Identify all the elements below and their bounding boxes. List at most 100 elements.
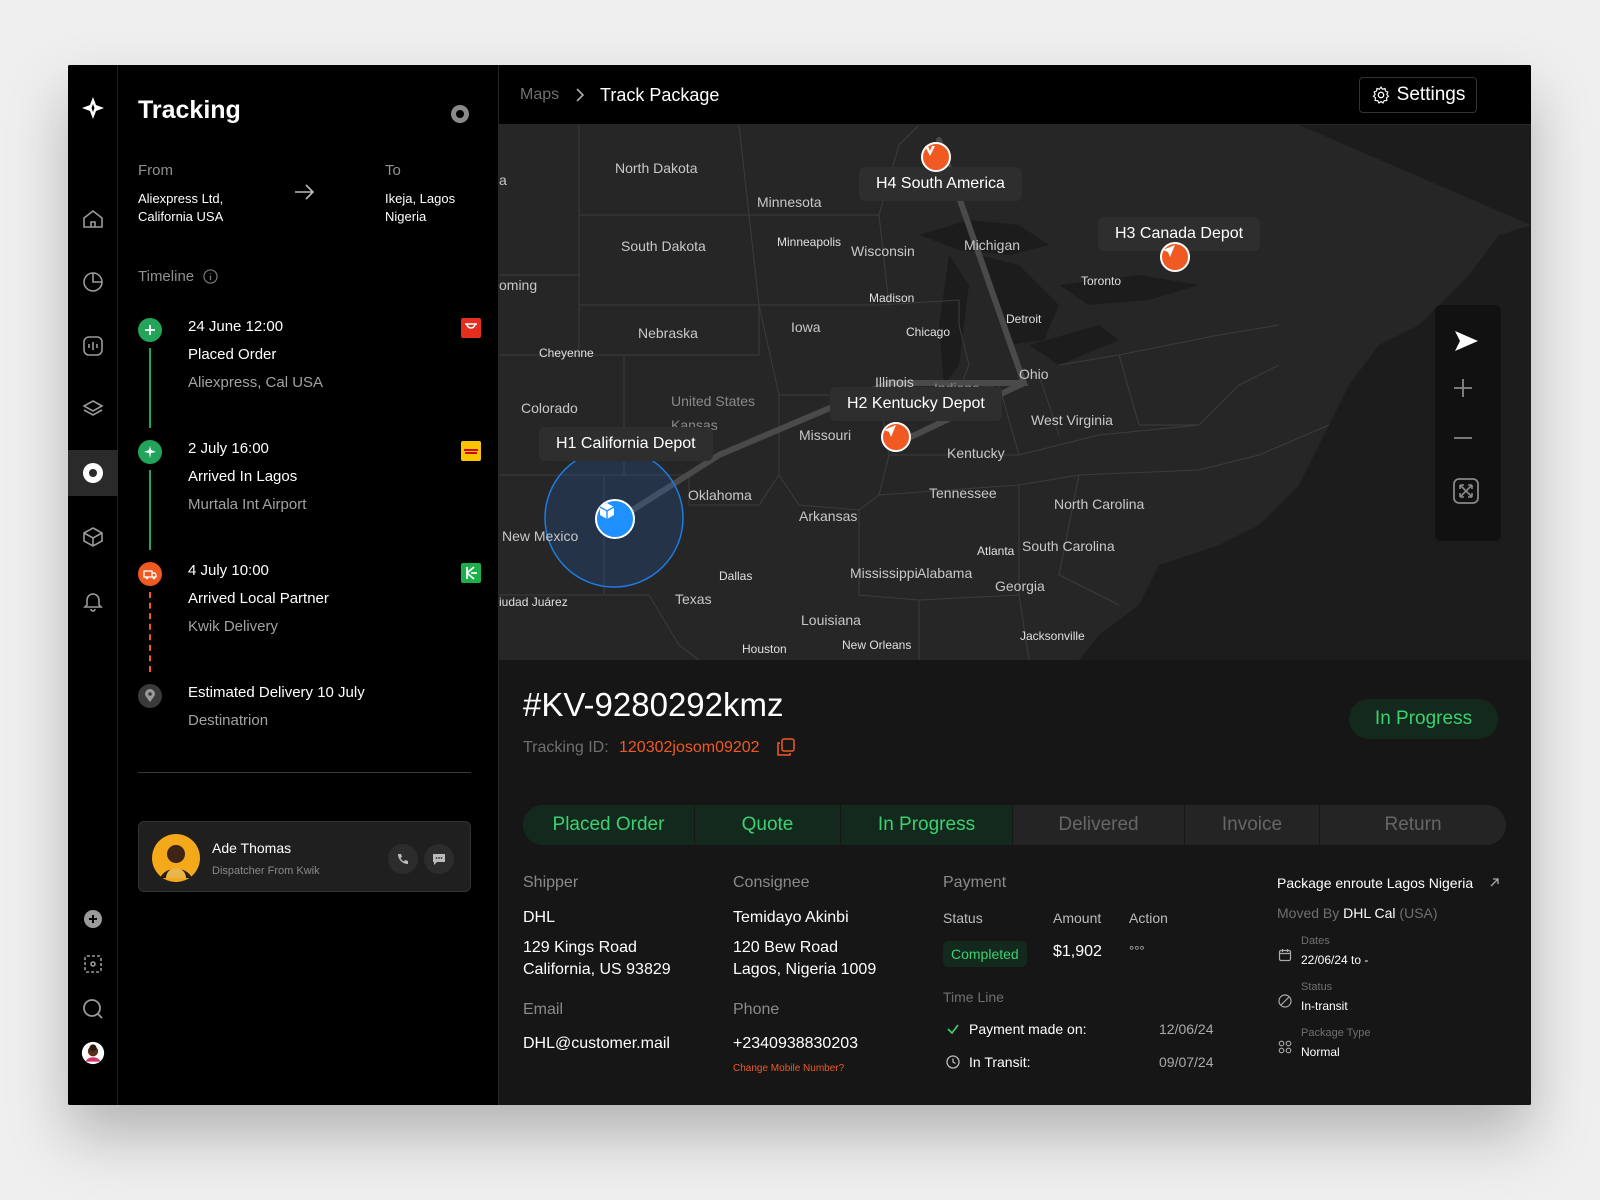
breadcrumb-current: Track Package — [600, 85, 720, 105]
location-pin-icon — [138, 684, 162, 708]
map-label: Mississippi — [850, 565, 918, 581]
map-label: North Dakota — [615, 160, 698, 176]
payment-status-badge: Completed — [943, 941, 1027, 967]
payment-status-label: Status — [943, 910, 983, 926]
step-placed-order[interactable]: Placed Order — [523, 805, 695, 845]
payment-amount-label: Amount — [1053, 910, 1102, 926]
depot-pin-h3[interactable] — [1160, 242, 1190, 272]
dates-label: Dates — [1301, 935, 1330, 947]
home-icon[interactable] — [68, 196, 118, 242]
user-avatar[interactable] — [68, 1030, 118, 1076]
airplane-icon — [138, 440, 162, 464]
email-label: Email — [523, 1001, 564, 1018]
focus-icon[interactable] — [68, 941, 118, 987]
payment-made-date: 12/06/24 — [1159, 1021, 1214, 1037]
navigate-icon — [1455, 331, 1478, 351]
change-mobile-link[interactable]: Change Mobile Number? — [733, 1063, 844, 1074]
from-line-1: Aliexpress Ltd, — [138, 191, 224, 206]
pie-chart-icon[interactable] — [68, 259, 118, 305]
depot-label-h2[interactable]: H2 Kentucky Depot — [830, 387, 1002, 421]
calendar-icon — [1278, 949, 1292, 962]
timeline-title: Placed Order — [188, 346, 277, 363]
map-label: iudad Juárez — [499, 595, 568, 609]
from-line-2: California USA — [138, 209, 224, 224]
zoom-out-button[interactable] — [1452, 427, 1484, 459]
map-label: United States — [671, 393, 756, 409]
layers-icon[interactable] — [68, 386, 118, 432]
depot-label-h4[interactable]: H4 South America — [859, 167, 1022, 201]
phone-icon — [398, 854, 408, 864]
step-quote[interactable]: Quote — [695, 805, 841, 845]
map-label: Minnesota — [757, 194, 822, 210]
step-delivered[interactable]: Delivered — [1013, 805, 1185, 845]
external-link-icon[interactable] — [1489, 877, 1500, 888]
tracking-status-icon[interactable] — [450, 104, 470, 124]
depot-pin-h4[interactable] — [921, 142, 951, 172]
analytics-icon[interactable] — [68, 323, 118, 369]
navigate-button[interactable] — [1452, 327, 1484, 359]
tracking-panel: Tracking From Aliexpress Ltd, California… — [118, 65, 499, 1105]
logo-icon[interactable] — [68, 85, 118, 131]
moved-by-suffix: (USA) — [1399, 905, 1438, 921]
call-button[interactable] — [388, 844, 418, 874]
vendor-icon — [925, 146, 935, 156]
step-in-progress[interactable]: In Progress — [841, 805, 1013, 845]
map-label: Alabama — [917, 565, 973, 581]
arrow-right-icon — [295, 184, 315, 200]
icon-rail — [68, 65, 118, 1105]
panel-title: Tracking — [138, 96, 241, 124]
zoom-in-button[interactable] — [1452, 377, 1484, 409]
placed-order-status-icon — [138, 318, 162, 342]
map-view[interactable]: North Dakota Minnesota South Dakota Minn… — [499, 125, 1531, 660]
shipper-email[interactable]: DHL@customer.mail — [523, 1033, 670, 1055]
map-label: Detroit — [1006, 312, 1042, 326]
payment-action-menu[interactable]: °°° — [1129, 943, 1145, 958]
settings-button[interactable]: Settings — [1359, 77, 1477, 113]
enroute-title[interactable]: Package enroute Lagos Nigeria — [1277, 875, 1473, 891]
map-label: North Carolina — [1054, 496, 1145, 512]
gear-icon — [1372, 86, 1390, 104]
map-label: Ohio — [1019, 366, 1049, 382]
map-label: Arkansas — [799, 508, 858, 524]
copy-icon[interactable] — [777, 738, 795, 756]
map-label: Toronto — [1081, 274, 1122, 288]
shipper-label: Shipper — [523, 874, 579, 891]
fullscreen-button[interactable] — [1452, 477, 1484, 509]
bell-icon[interactable] — [68, 578, 118, 624]
package-location-marker[interactable] — [595, 499, 635, 539]
add-icon[interactable] — [68, 896, 118, 942]
search-icon[interactable] — [68, 986, 118, 1032]
dispatcher-card: Ade Thomas Dispatcher From Kwik — [138, 821, 471, 892]
map-label: Georgia — [995, 578, 1045, 594]
main-content: Maps Track Package Settings North Dakota… — [499, 65, 1531, 1105]
box-icon[interactable] — [68, 514, 118, 560]
info-icon[interactable] — [203, 269, 218, 284]
depot-label-h1[interactable]: H1 California Depot — [539, 427, 713, 461]
map-label: Houston — [742, 642, 787, 656]
timeline-subtitle: Destinatrion — [188, 712, 269, 729]
consignee-phone: +2340938830203 — [733, 1035, 859, 1052]
message-button[interactable] — [424, 844, 454, 874]
step-return[interactable]: Return — [1320, 805, 1506, 845]
aliexpress-logo-icon — [461, 318, 481, 338]
in-transit-date: 09/07/24 — [1159, 1054, 1214, 1070]
app-window: Tracking From Aliexpress Ltd, California… — [68, 65, 1531, 1105]
breadcrumb-maps[interactable]: Maps — [520, 86, 559, 104]
send-icon — [884, 425, 896, 437]
depot-pin-h2[interactable] — [881, 422, 911, 452]
dispatcher-avatar[interactable] — [152, 834, 200, 882]
from-label: From — [138, 162, 173, 179]
map-controls — [1435, 305, 1501, 541]
package-type-value: Normal — [1301, 1045, 1340, 1059]
tracking-icon[interactable] — [68, 450, 118, 496]
map-label: South Carolina — [1022, 538, 1115, 554]
moved-by: Moved By DHL Cal (USA) — [1277, 905, 1438, 921]
tracking-id-value[interactable]: 120302josom09202 — [619, 739, 760, 757]
status-badge: In Progress — [1349, 699, 1498, 739]
to-label: To — [385, 162, 401, 179]
clock-icon — [946, 1055, 960, 1069]
progress-steps: Placed Order Quote In Progress Delivered… — [523, 805, 1506, 845]
dispatcher-role: Dispatcher From Kwik — [212, 865, 320, 877]
expand-icon — [1453, 478, 1479, 504]
step-invoice[interactable]: Invoice — [1185, 805, 1320, 845]
